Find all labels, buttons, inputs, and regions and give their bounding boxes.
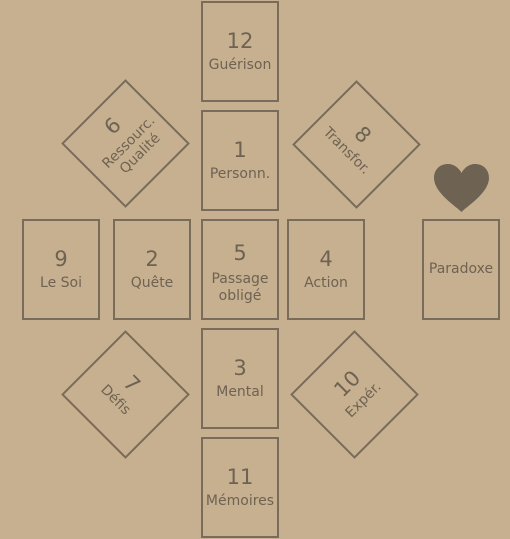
- card-label-line2: obligé: [218, 287, 262, 304]
- card-2[interactable]: 2 Quête: [113, 219, 191, 320]
- card-number: 3: [233, 356, 247, 380]
- card-9[interactable]: 9 Le Soi: [22, 219, 100, 320]
- card-12[interactable]: 12 Guérison: [201, 1, 279, 102]
- card-label: Le Soi: [40, 275, 82, 291]
- heart-icon: [434, 164, 489, 212]
- card-label: Personn.: [209, 166, 271, 182]
- card-label: Passage obligé: [211, 271, 268, 305]
- card-5[interactable]: 5 Passage obligé: [201, 219, 279, 320]
- card-1[interactable]: 1 Personn.: [201, 110, 279, 211]
- card-number: 12: [226, 29, 254, 53]
- card-paradoxe[interactable]: Paradoxe: [422, 219, 500, 320]
- card-label: Action: [304, 275, 348, 291]
- card-4[interactable]: 4 Action: [287, 219, 365, 320]
- card-label: Quête: [130, 275, 174, 291]
- card-number: 1: [233, 138, 247, 162]
- card-label-line1: Passage: [211, 270, 269, 287]
- card-number: 4: [319, 247, 333, 271]
- card-label: Guérison: [208, 57, 272, 73]
- card-11[interactable]: 11 Mémoires: [201, 437, 279, 538]
- card-number: 9: [54, 247, 68, 271]
- card-label: Mémoires: [205, 493, 275, 509]
- card-label: Paradoxe: [428, 261, 494, 277]
- card-label: Mental: [216, 384, 264, 400]
- card-number: 2: [145, 247, 159, 271]
- card-number: 5: [233, 240, 247, 265]
- card-number: 11: [226, 465, 254, 489]
- diamond-number: 6: [99, 112, 126, 140]
- card-3[interactable]: 3 Mental: [201, 328, 279, 429]
